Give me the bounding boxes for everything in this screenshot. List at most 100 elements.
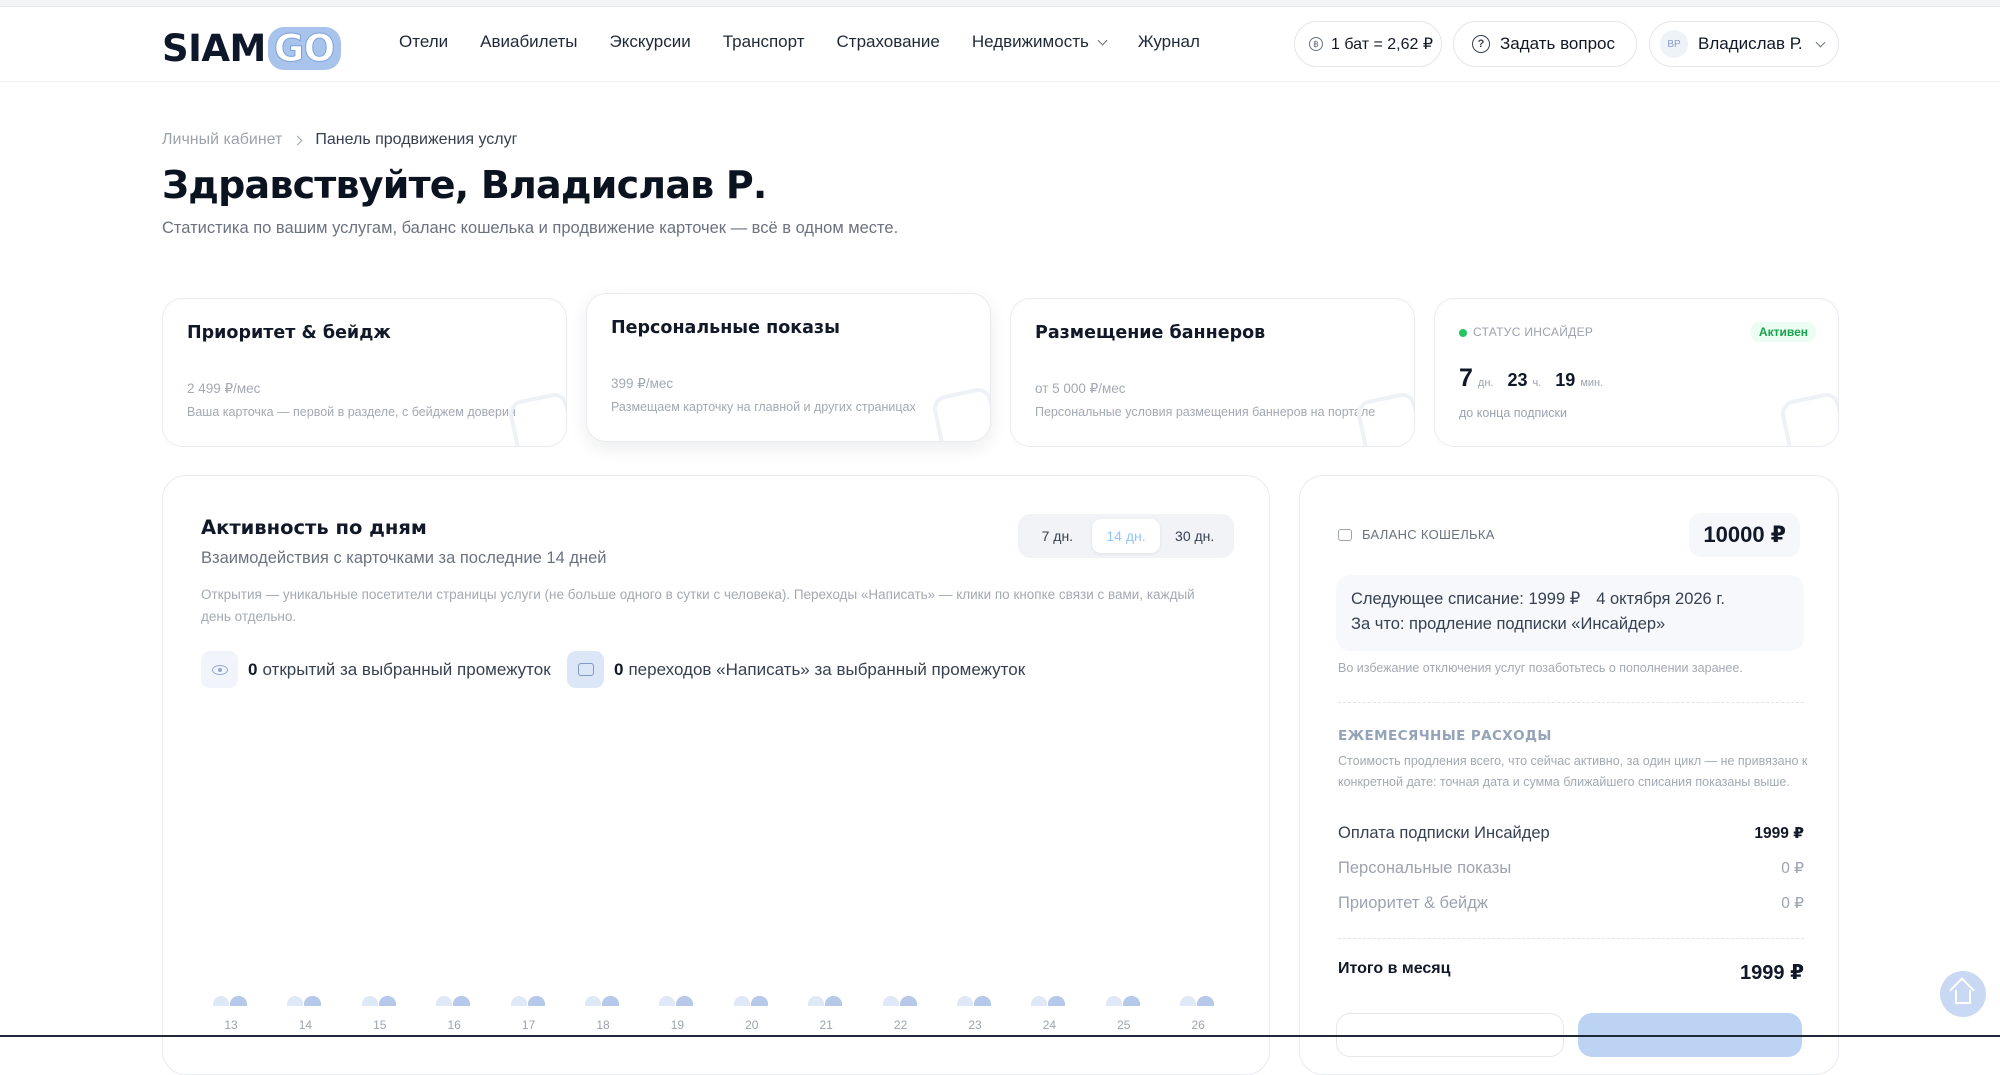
expense-value: 0 ₽ [1781,860,1804,877]
expense-row: Оплата подписки Инсайдер 1999 ₽ [1338,824,1804,843]
main-nav: Отели Авиабилеты Экскурсии Транспорт Стр… [399,32,1232,52]
bar-opens [361,996,378,1006]
bar-opens [436,996,453,1006]
total-row: Итого в месяц 1999 ₽ [1338,960,1804,985]
countdown-hours-unit: ч. [1532,377,1542,389]
countdown-minutes-unit: мин. [1580,377,1604,389]
browser-bookmarks-strip [0,0,2000,7]
opens-count: 0 [248,659,258,679]
expense-row: Приоритет & бейдж 0 ₽ [1338,894,1804,913]
bar-writes [453,996,471,1006]
charge-purpose: За что: продление подписки «Инсайдер» [1351,615,1666,633]
bar-writes [1122,996,1140,1006]
bar-pair [1031,996,1067,1008]
bar-pair [213,996,249,1008]
x-tick-label: 23 [968,1018,982,1032]
nav-transport[interactable]: Транспорт [723,32,805,52]
bar-pair [1180,996,1216,1008]
bar-pair [287,996,323,1008]
countdown-days-unit: дн. [1477,377,1494,389]
nav-realty[interactable]: Недвижимость [971,32,1108,52]
bar-writes [1197,996,1215,1006]
x-tick-label: 15 [373,1018,387,1032]
bar-opens [808,996,825,1006]
next-charge-box: Следующее списание: 1999 ₽ 4 октября 2026… [1336,575,1804,651]
bar-writes [378,996,396,1006]
nav-realty-label: Недвижимость [971,32,1089,51]
card-desc: Персональные условия размещения баннеров… [1035,405,1376,419]
status-label: СТАТУС ИНСАЙДЕР [1473,325,1594,339]
wallet-label: БАЛАНС КОШЕЛЬКА [1362,527,1495,542]
page-title: Здравствуйте, Владислав Р. [162,163,767,207]
x-tick-label: 13 [224,1018,238,1032]
opens-label: открытий за выбранный промежуток [262,659,551,679]
expense-row: Персональные показы 0 ₽ [1338,859,1804,878]
logo[interactable]: SIAM GO [162,27,341,71]
activity-note: Открытия — уникальные посетители страниц… [201,587,1195,624]
chevron-down-icon [1815,37,1826,47]
activity-subtitle: Взаимодействия с карточками за последние… [201,549,607,567]
wallet-warning: Во избежание отключения услуг позаботьте… [1338,661,1743,675]
next-charge-date: 4 октября 2026 г. [1596,590,1725,608]
card-priority-badge[interactable]: Приоритет & бейдж 2 499 ₽/мес Ваша карто… [162,298,567,447]
card-title: Размещение баннеров [1035,323,1266,343]
range-switcher: 7 дн. 14 дн. 30 дн. [1018,514,1234,558]
wallet-icon [1338,529,1352,541]
subscription-countdown: 7 дн. 23 ч. 19 мин. [1459,364,1617,393]
breadcrumb-root[interactable]: Личный кабинет [162,131,282,149]
x-tick-label: 22 [893,1018,908,1032]
nav-journal[interactable]: Журнал [1138,32,1200,52]
x-tick-label: 19 [670,1018,685,1032]
currency-rate-text: 1 бат = 2,62 ₽ [1331,36,1434,53]
bar-writes [899,996,917,1006]
currency-rate-pill[interactable]: ฿ 1 бат = 2,62 ₽ [1294,21,1442,67]
ask-question-button[interactable]: ? Задать вопрос [1453,21,1637,67]
nav-flights[interactable]: Авиабилеты [480,32,577,52]
bar-writes [825,996,843,1006]
wallet-panel: БАЛАНС КОШЕЛЬКА 10000 ₽ Следующее списан… [1299,475,1839,1075]
bar-writes [676,996,694,1006]
user-menu[interactable]: ВР Владислав Р. [1649,21,1839,67]
expense-value: 1999 ₽ [1754,825,1804,842]
bar-pair [585,996,621,1008]
x-tick-label: 25 [1117,1018,1131,1032]
bar-pair [957,996,993,1008]
card-banners[interactable]: Размещение баннеров от 5 000 ₽/мес Персо… [1010,298,1415,447]
card-insider-status: СТАТУС ИНСАЙДЕР Активен 7 дн. 23 ч. 19 м… [1434,298,1839,447]
question-icon: ? [1472,35,1490,53]
bar-opens [287,996,304,1006]
message-icon [567,651,604,688]
bar-opens [1180,996,1197,1006]
bar-opens [882,996,899,1006]
page-subtitle: Статистика по вашим услугам, баланс коше… [162,219,899,237]
chevron-down-icon [1097,35,1108,45]
x-tick-label: 14 [298,1018,313,1032]
home-float-button[interactable] [1940,971,1986,1017]
logo-main: SIAM [162,27,266,70]
bar-opens [585,996,601,1006]
ask-question-label: Задать вопрос [1500,34,1615,53]
nav-hotels[interactable]: Отели [399,32,448,52]
activity-panel: Активность по дням Взаимодействия с карт… [162,475,1270,1075]
nav-insurance[interactable]: Страхование [837,32,940,52]
range-7-days[interactable]: 7 дн. [1023,519,1092,553]
x-tick-label: 16 [447,1018,461,1032]
bar-writes [527,996,545,1006]
range-14-days[interactable]: 14 дн. [1091,519,1161,553]
bar-opens [510,996,527,1006]
total-label: Итого в месяц [1338,960,1451,977]
bar-pair [733,996,770,1008]
card-title: Приоритет & бейдж [187,323,391,343]
card-personal-shows[interactable]: Персональные показы 399 ₽/мес Размещаем … [586,293,991,442]
bar-opens [1031,996,1048,1006]
breadcrumb-current: Панель продвижения услуг [315,131,518,148]
range-30-days[interactable]: 30 дн. [1160,519,1229,553]
bar-pair [882,996,919,1008]
divider [1338,938,1804,939]
bar-writes [602,996,619,1006]
nav-excursions[interactable]: Экскурсии [610,32,691,52]
chevron-right-icon [292,135,303,145]
total-value: 1999 ₽ [1740,962,1804,984]
next-charge-line: Следующее списание: 1999 ₽ 4 октября 2026… [1351,587,1804,612]
logo-go: GO [267,27,341,71]
